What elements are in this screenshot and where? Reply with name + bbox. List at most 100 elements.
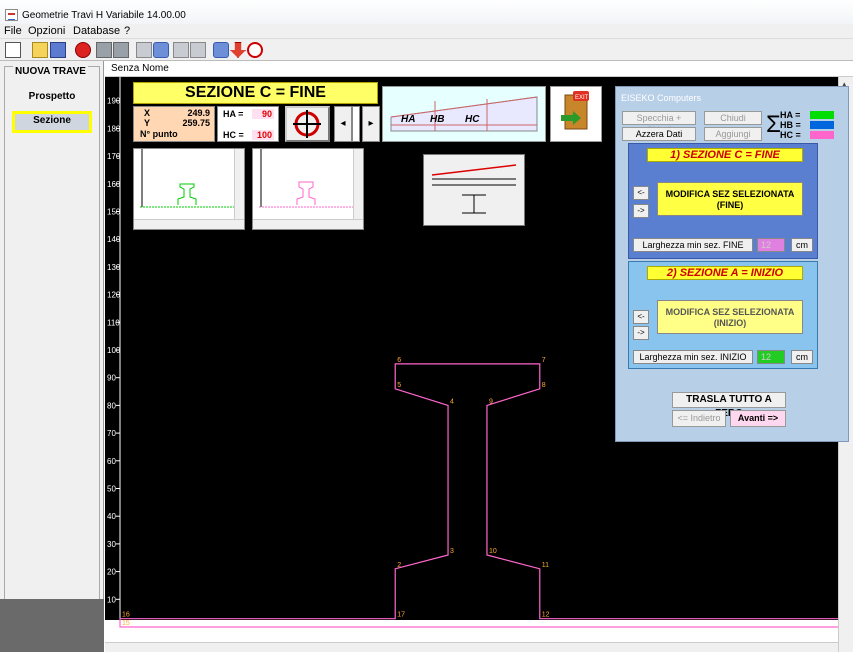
menu-database[interactable]: Database (73, 25, 120, 37)
edit-icon[interactable] (136, 42, 152, 58)
print-preview-icon[interactable] (113, 42, 129, 58)
beam-diagram-button[interactable]: HA HB HC (382, 86, 546, 142)
point-slider[interactable] (352, 106, 360, 142)
svg-text:EXIT: EXIT (575, 95, 589, 101)
sidebar: NUOVA TRAVE Prospetto Sezione (0, 61, 104, 652)
section-c-next-button[interactable]: -> (633, 204, 649, 218)
legend-ha-swatch (810, 111, 834, 119)
document-name: Senza Nome (111, 63, 169, 74)
settings-icon[interactable] (190, 42, 206, 58)
section-title: SEZIONE C = FINE (133, 82, 378, 104)
x-tick-label: 200 (672, 632, 686, 641)
y-tick-label: 50 (107, 485, 116, 494)
y-tick-label: 200 (107, 77, 121, 78)
chiudi-button[interactable]: Chiudi (704, 111, 762, 125)
right-arrow-icon: ▸ (368, 118, 374, 129)
exit-door-icon: EXIT (561, 91, 589, 130)
aggiungi-button[interactable]: Aggiungi (704, 127, 762, 141)
close-icon[interactable] (75, 42, 91, 58)
section-c-prev-button[interactable]: <- (633, 186, 649, 200)
point-label: 8 (542, 382, 546, 389)
point-label: 10 (489, 548, 497, 555)
avanti-button[interactable]: Avanti => (730, 410, 786, 427)
modify-section-c-button[interactable]: MODIFICA SEZ SELEZIONATA (FINE) (657, 182, 803, 216)
sigma-icon: Σ (766, 111, 781, 138)
point-label: 3 (450, 548, 454, 555)
azzera-dati-button[interactable]: Azzera Dati (622, 127, 696, 141)
ha-value[interactable]: 90 (252, 109, 274, 119)
y-tick-label: 80 (107, 401, 116, 410)
prev-point-button[interactable]: ◂ (334, 106, 352, 142)
download-arrow-icon[interactable] (230, 42, 246, 58)
larghezza-fine-button[interactable]: Larghezza min sez. FINE (633, 238, 753, 252)
modify-a-label: MODIFICA SEZ SELEZIONATA (665, 307, 795, 317)
crosshair-zoom-icon (293, 110, 321, 138)
point-label: 4 (450, 398, 454, 405)
thumbnail-c-vscroll[interactable] (234, 149, 244, 221)
section-view-button[interactable] (423, 154, 525, 226)
menu-help[interactable]: ? (124, 25, 130, 37)
x-tick-label: 10 (144, 632, 153, 641)
menu-opzioni[interactable]: Opzioni (28, 25, 65, 37)
x-tick-label: 150 (533, 632, 547, 641)
x-tick-label: 50 (255, 632, 264, 641)
section-a-next-button[interactable]: -> (633, 326, 649, 340)
larghezza-inizio-input[interactable]: 12 (757, 350, 785, 364)
thumbnail-a-vscroll[interactable] (353, 149, 363, 221)
larghezza-inizio-button[interactable]: Larghezza min sez. INIZIO (633, 350, 753, 364)
left-arrow-icon: ◂ (340, 118, 346, 129)
print-icon[interactable] (96, 42, 112, 58)
sidebar-item-sezione[interactable]: Sezione (12, 111, 92, 133)
x-tick-label: 240 (783, 632, 797, 641)
legend-ha: HA = (780, 110, 801, 120)
section-c-thumbnail[interactable] (133, 148, 245, 230)
section-a-title: 2) SEZIONE A = INIZIO (647, 266, 803, 280)
x-tick-label: 190 (644, 632, 658, 641)
y-tick-label: 170 (107, 152, 121, 161)
sidebar-footer (0, 599, 104, 652)
section-a-preview (259, 149, 355, 208)
point-label: 5 (397, 382, 401, 389)
y-tick-label: 60 (107, 457, 116, 466)
x-tick-label: 180 (616, 632, 630, 641)
x-tick-label: 230 (755, 632, 769, 641)
point-label: 2 (397, 562, 401, 569)
globe-icon[interactable] (213, 42, 229, 58)
y-label: Y (144, 118, 151, 128)
larghezza-fine-input[interactable]: 12 (757, 238, 785, 252)
window-title: Geometrie Travi H Variabile 14.00.00 (22, 10, 186, 21)
specchia-chiudi-button[interactable]: Specchia + Chiudi (622, 111, 696, 135)
x-tick-label: 170 (589, 632, 603, 641)
thumbnail-a-hscroll[interactable] (253, 219, 363, 229)
copy-icon[interactable] (173, 42, 189, 58)
thumbnail-c-hscroll[interactable] (134, 219, 244, 229)
section-a-prev-button[interactable]: <- (633, 310, 649, 324)
new-file-icon[interactable] (5, 42, 21, 58)
trasla-tutto-button[interactable]: TRASLA TUTTO A ZERO (672, 392, 786, 419)
legend-hc-swatch (810, 131, 834, 139)
x-tick-label: 160 (561, 632, 575, 641)
open-folder-icon[interactable] (32, 42, 48, 58)
save-icon[interactable] (50, 42, 66, 58)
sidebar-item-prospetto[interactable]: Prospetto (20, 91, 84, 102)
section-c-group: 1) SEZIONE C = FINE <- -> MODIFICA SEZ S… (628, 143, 818, 259)
larghezza-fine-unit[interactable]: cm (791, 238, 813, 252)
point-label: 17 (397, 612, 405, 619)
exit-button[interactable]: EXIT (550, 86, 602, 142)
hc-value[interactable]: 100 (252, 130, 274, 140)
larghezza-inizio-unit[interactable]: cm (791, 350, 813, 364)
horizontal-scrollbar[interactable] (105, 642, 838, 652)
next-point-button[interactable]: ▸ (362, 106, 380, 142)
target-icon[interactable] (247, 42, 263, 58)
menu-file[interactable]: File (4, 25, 22, 37)
panel-title: EISEKO Computers (621, 93, 702, 103)
indietro-button[interactable]: <= Indietro (672, 410, 726, 427)
x-tick-label: 250 (811, 632, 825, 641)
title-bar: Geometrie Travi H Variabile 14.00.00 (0, 0, 853, 24)
triangle-icon[interactable] (153, 42, 169, 58)
zoom-button[interactable] (285, 106, 330, 142)
section-a-thumbnail[interactable] (252, 148, 364, 230)
modify-section-a-button[interactable]: MODIFICA SEZ SELEZIONATA (INIZIO) (657, 300, 803, 334)
section-c-title: 1) SEZIONE C = FINE (647, 148, 803, 162)
x-tick-label: 140 (505, 632, 519, 641)
